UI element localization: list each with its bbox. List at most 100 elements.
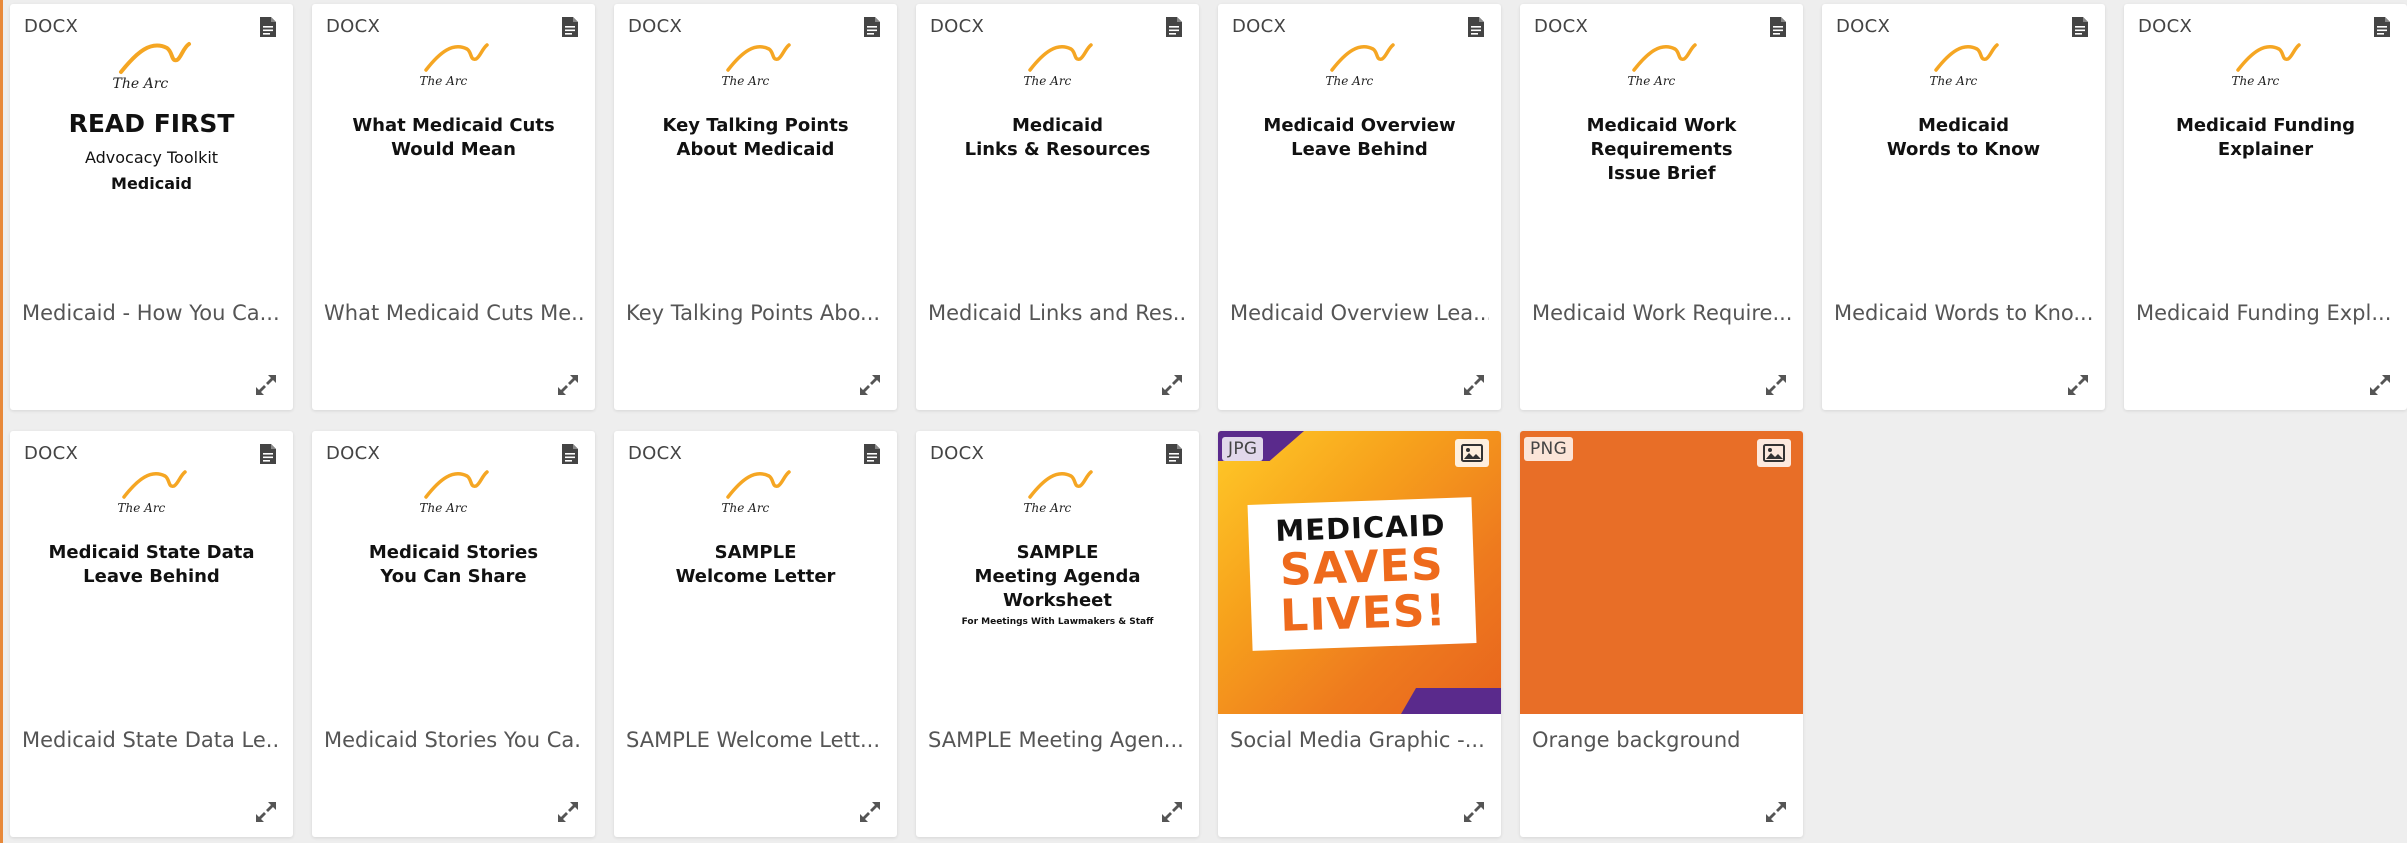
document-icon [2072,17,2088,37]
logo-wordmark: The Arc [1023,501,1072,515]
thumbnail-title: Medicaid Stories You Can Share [368,542,539,587]
document-icon [562,444,578,464]
card-caption[interactable]: SAMPLE Welcome Lett... [626,728,885,752]
asset-card[interactable]: MEDICAID SAVES LIVES! JPG Social Media G… [1218,431,1501,837]
asset-card[interactable]: DOCX The Arc SAMPLE Meeting Agenda Works… [916,431,1199,837]
document-icon [260,444,276,464]
the-arc-logo: The Arc [1022,467,1094,517]
document-icon [1770,17,1786,37]
thumbnail-title: Medicaid Work Requirements Issue Brief [1586,115,1737,184]
asset-card[interactable]: DOCX The Arc What Medicaid Cuts Would Me… [312,4,595,410]
logo-wordmark: The Arc [1325,74,1374,88]
file-type-badge: DOCX [628,443,683,464]
the-arc-logo: The Arc [720,467,792,517]
file-type-badge: DOCX [930,16,985,37]
expand-icon[interactable] [1763,799,1789,825]
asset-card[interactable]: DOCX The Arc Medicaid Links & Resources … [916,4,1199,410]
card-caption[interactable]: Orange background [1532,728,1791,752]
thumbnail-subtitle: Advocacy Toolkit [84,148,219,167]
thumbnail-subtitle: For Meetings With Lawmakers & Staff [961,617,1154,627]
card-caption[interactable]: Medicaid State Data Le... [22,728,281,752]
card-thumbnail[interactable]: DOCX The Arc Medicaid State Data Leave B… [10,431,293,714]
thumbnail-title: SAMPLE Welcome Letter [675,542,836,587]
expand-icon[interactable] [857,372,883,398]
asset-card[interactable]: DOCX The Arc Medicaid Stories You Can Sh… [312,431,595,837]
file-type-badge: DOCX [2138,16,2193,37]
document-icon [1166,444,1182,464]
asset-card[interactable]: DOCX The Arc SAMPLE Welcome Letter SAMPL… [614,431,897,837]
document-icon [864,444,880,464]
the-arc-logo: The Arc [418,40,490,90]
expand-icon[interactable] [1763,372,1789,398]
card-thumbnail[interactable]: DOCX The Arc Key Talking Points About Me… [614,4,897,287]
expand-icon[interactable] [1159,372,1185,398]
the-arc-logo: The Arc [1022,40,1094,90]
document-icon [1166,17,1182,37]
the-arc-logo: The Arc [1928,40,2000,90]
card-caption[interactable]: Social Media Graphic -... [1230,728,1489,752]
card-caption[interactable]: Medicaid Funding Expl... [2136,301,2395,325]
file-type-badge: DOCX [326,443,381,464]
card-thumbnail[interactable]: PNG [1520,431,1803,714]
logo-wordmark: The Arc [2231,74,2280,88]
expand-icon[interactable] [1461,799,1487,825]
file-type-badge: DOCX [1836,16,1891,37]
the-arc-logo: The Arc [720,40,792,90]
logo-wordmark: The Arc [419,74,468,88]
card-thumbnail[interactable]: MEDICAID SAVES LIVES! JPG [1218,431,1501,714]
thumbnail-title: Key Talking Points About Medicaid [662,115,849,160]
file-type-badge: DOCX [628,16,683,37]
asset-card[interactable]: PNG Orange background [1520,431,1803,837]
card-thumbnail[interactable]: DOCX The Arc SAMPLE Welcome Letter [614,431,897,714]
asset-card[interactable]: DOCX The Arc READ FIRST Advocacy Toolkit… [10,4,293,410]
the-arc-logo: The Arc [2230,40,2302,90]
expand-icon[interactable] [555,799,581,825]
asset-card[interactable]: DOCX The Arc Medicaid Words to Know Medi… [1822,4,2105,410]
asset-card[interactable]: DOCX The Arc Medicaid Overview Leave Beh… [1218,4,1501,410]
orange-background-image [1520,431,1803,714]
card-thumbnail[interactable]: DOCX The Arc SAMPLE Meeting Agenda Works… [916,431,1199,714]
thumbnail-title: Medicaid State Data Leave Behind [48,542,255,587]
card-thumbnail[interactable]: DOCX The Arc What Medicaid Cuts Would Me… [312,4,595,287]
asset-card[interactable]: DOCX The Arc Medicaid Funding Explainer … [2124,4,2407,410]
the-arc-logo: The Arc [1324,40,1396,90]
card-caption[interactable]: Medicaid Words to Kno... [1834,301,2093,325]
card-thumbnail[interactable]: DOCX The Arc Medicaid Stories You Can Sh… [312,431,595,714]
card-caption[interactable]: Medicaid Stories You Ca... [324,728,583,752]
asset-card[interactable]: DOCX The Arc Medicaid Work Requirements … [1520,4,1803,410]
the-arc-logo: The Arc [111,38,193,94]
asset-card[interactable]: DOCX The Arc Medicaid State Data Leave B… [10,431,293,837]
the-arc-logo: The Arc [418,467,490,517]
card-caption[interactable]: Medicaid Links and Res... [928,301,1187,325]
card-thumbnail[interactable]: DOCX The Arc Medicaid Overview Leave Beh… [1218,4,1501,287]
file-type-badge: DOCX [1232,16,1287,37]
document-icon [864,17,880,37]
expand-icon[interactable] [2367,372,2393,398]
card-caption[interactable]: SAMPLE Meeting Agen... [928,728,1187,752]
card-thumbnail[interactable]: DOCX The Arc READ FIRST Advocacy Toolkit… [10,4,293,287]
expand-icon[interactable] [1461,372,1487,398]
file-type-badge: JPG [1222,437,1264,461]
card-caption[interactable]: Medicaid Work Require... [1532,301,1791,325]
logo-wordmark: The Arc [419,501,468,515]
thumbnail-title: What Medicaid Cuts Would Mean [352,115,555,160]
logo-wordmark: The Arc [117,501,166,515]
expand-icon[interactable] [2065,372,2091,398]
expand-icon[interactable] [253,799,279,825]
asset-card[interactable]: DOCX The Arc Key Talking Points About Me… [614,4,897,410]
document-icon [1468,17,1484,37]
document-icon [260,17,276,37]
card-caption[interactable]: Key Talking Points Abo... [626,301,885,325]
card-caption[interactable]: Medicaid Overview Lea... [1230,301,1489,325]
card-thumbnail[interactable]: DOCX The Arc Medicaid Links & Resources [916,4,1199,287]
expand-icon[interactable] [857,799,883,825]
file-type-badge: DOCX [1534,16,1589,37]
card-thumbnail[interactable]: DOCX The Arc Medicaid Work Requirements … [1520,4,1803,287]
card-caption[interactable]: What Medicaid Cuts Me... [324,301,583,325]
expand-icon[interactable] [1159,799,1185,825]
expand-icon[interactable] [253,372,279,398]
card-thumbnail[interactable]: DOCX The Arc Medicaid Words to Know [1822,4,2105,287]
expand-icon[interactable] [555,372,581,398]
card-caption[interactable]: Medicaid - How You Ca... [22,301,281,325]
card-thumbnail[interactable]: DOCX The Arc Medicaid Funding Explainer [2124,4,2407,287]
